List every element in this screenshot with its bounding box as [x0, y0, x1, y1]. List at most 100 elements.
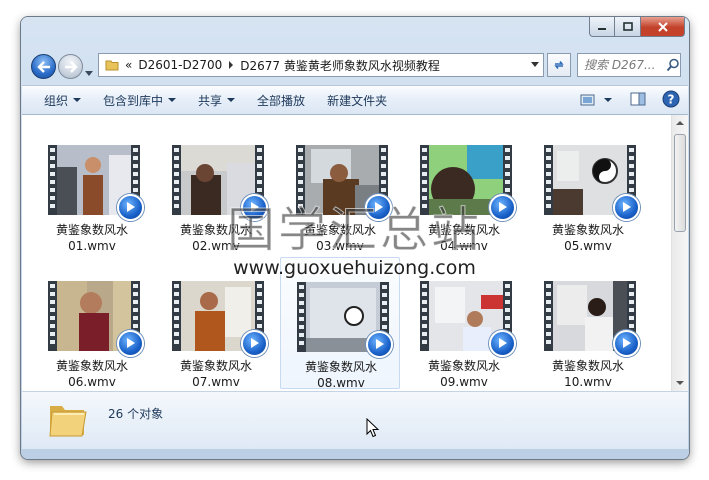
- breadcrumb-separator-icon[interactable]: [228, 61, 234, 69]
- media-player-icon: [117, 330, 144, 357]
- folder-small-icon: [105, 60, 119, 71]
- video-thumbnail: [297, 282, 393, 358]
- file-item[interactable]: 黄鉴象数风水 02.wmv: [156, 121, 276, 253]
- video-thumbnail: [172, 145, 268, 221]
- scroll-down-icon[interactable]: [676, 381, 684, 385]
- file-name: 黄鉴象数风水 01.wmv: [32, 222, 152, 254]
- breadcrumb: « D2601-D2700 D2677 黄鉴黄老师象数风水视频教程: [99, 57, 526, 74]
- minimize-button[interactable]: [589, 17, 615, 37]
- file-name-line1: 黄鉴象数风水: [427, 223, 500, 237]
- breadcrumb-item-parent[interactable]: D2601-D2700: [138, 58, 222, 72]
- file-name: 黄鉴象数风水 03.wmv: [280, 222, 400, 254]
- back-button[interactable]: [31, 54, 56, 79]
- film-strip-left: [48, 281, 57, 351]
- file-grid: 黄鉴象数风水 01.wmv 黄鉴象数风水 02.wmv 黄鉴象数风水 03.wmv 黄鉴象数…: [32, 121, 652, 391]
- file-name-line1: 黄鉴象数风水: [55, 359, 128, 373]
- film-strip-left: [544, 281, 553, 351]
- share-menu[interactable]: 共享: [187, 86, 246, 114]
- file-name-line1: 黄鉴象数风水: [55, 223, 128, 237]
- toolbar-right-group: ?: [580, 86, 680, 114]
- address-bar[interactable]: « D2601-D2700 D2677 黄鉴黄老师象数风水视频教程: [98, 53, 544, 77]
- play-all-button[interactable]: 全部播放: [246, 86, 316, 114]
- chevron-down-icon: [604, 98, 612, 102]
- file-item[interactable]: 黄鉴象数风水 03.wmv: [280, 121, 400, 253]
- search-icon[interactable]: [666, 58, 680, 72]
- forward-button[interactable]: [58, 54, 83, 79]
- file-name-line2: 08.wmv: [317, 376, 365, 390]
- search-input[interactable]: [578, 57, 666, 73]
- new-folder-label: 新建文件夹: [327, 93, 388, 108]
- file-item[interactable]: 黄鉴象数风水 01.wmv: [32, 121, 152, 253]
- file-item[interactable]: 黄鉴象数风水 09.wmv: [404, 257, 524, 389]
- maximize-button[interactable]: [615, 17, 641, 37]
- file-name: 黄鉴象数风水 10.wmv: [528, 358, 648, 390]
- video-thumbnail: [544, 281, 640, 357]
- breadcrumb-overflow[interactable]: «: [125, 58, 132, 72]
- change-view-button[interactable]: [580, 93, 612, 107]
- file-name-line1: 黄鉴象数风水: [551, 223, 624, 237]
- file-name: 黄鉴象数风水 05.wmv: [528, 222, 648, 254]
- preview-pane-button[interactable]: [630, 92, 646, 109]
- film-strip-left: [296, 145, 305, 215]
- chevron-down-icon: [73, 98, 82, 102]
- scrollbar-thumb[interactable]: [674, 134, 686, 232]
- file-name-line1: 黄鉴象数风水: [179, 359, 252, 373]
- chevron-down-icon: [85, 71, 93, 76]
- svg-text:?: ?: [668, 92, 675, 106]
- media-player-icon: [241, 330, 268, 357]
- vertical-scrollbar[interactable]: [671, 115, 688, 391]
- details-pane: 26 个对象: [22, 391, 688, 449]
- include-in-library-menu[interactable]: 包含到库中: [92, 86, 187, 114]
- file-name-line2: 03.wmv: [316, 239, 364, 253]
- file-item[interactable]: 黄鉴象数风水 08.wmv: [280, 257, 401, 391]
- preview-pane-icon: [630, 92, 646, 105]
- video-thumbnail: [296, 145, 392, 221]
- organize-label: 组织: [44, 93, 69, 108]
- file-item[interactable]: 黄鉴象数风水 06.wmv: [32, 257, 152, 389]
- file-item[interactable]: 黄鉴象数风水 04.wmv: [404, 121, 524, 253]
- video-thumbnail: [172, 281, 268, 357]
- minimize-icon: [598, 27, 606, 30]
- chevron-down-icon: [531, 62, 539, 67]
- include-in-library-label: 包含到库中: [103, 93, 164, 108]
- file-name-line2: 10.wmv: [564, 375, 612, 389]
- media-player-icon: [613, 330, 640, 357]
- close-icon: [657, 21, 668, 32]
- file-item[interactable]: 黄鉴象数风水 10.wmv: [528, 257, 648, 389]
- help-button[interactable]: ?: [662, 90, 680, 111]
- chevron-down-icon: [227, 98, 236, 102]
- refresh-button[interactable]: [547, 53, 571, 77]
- file-item[interactable]: 黄鉴象数风水 05.wmv: [528, 121, 648, 253]
- video-thumbnail: [544, 145, 640, 221]
- file-name-line2: 09.wmv: [440, 375, 488, 389]
- film-strip-left: [420, 145, 429, 215]
- film-strip-left: [420, 281, 429, 351]
- file-name: 黄鉴象数风水 04.wmv: [404, 222, 524, 254]
- file-name-line2: 06.wmv: [68, 375, 116, 389]
- media-player-icon: [489, 194, 516, 221]
- scroll-up-icon[interactable]: [676, 121, 684, 125]
- media-player-icon: [613, 194, 640, 221]
- folder-large-icon: [49, 406, 87, 437]
- close-button[interactable]: [641, 17, 685, 37]
- file-name: 黄鉴象数风水 08.wmv: [281, 359, 401, 391]
- recent-pages-dropdown[interactable]: [85, 62, 93, 81]
- item-count: 26 个对象: [108, 407, 164, 421]
- help-icon: ?: [662, 90, 680, 107]
- file-name-line1: 黄鉴象数风水: [427, 359, 500, 373]
- media-player-icon: [365, 194, 392, 221]
- breadcrumb-item-current[interactable]: D2677 黄鉴黄老师象数风水视频教程: [240, 57, 440, 74]
- search-box[interactable]: [577, 53, 681, 77]
- organize-menu[interactable]: 组织: [22, 86, 92, 114]
- explorer-window: « D2601-D2700 D2677 黄鉴黄老师象数风水视频教程 组织 包含到…: [21, 17, 689, 459]
- file-name: 黄鉴象数风水 02.wmv: [156, 222, 276, 254]
- view-icon: [580, 94, 595, 106]
- file-name-line1: 黄鉴象数风水: [179, 223, 252, 237]
- film-strip-left: [48, 145, 57, 215]
- file-name: 黄鉴象数风水 07.wmv: [156, 358, 276, 390]
- file-item[interactable]: 黄鉴象数风水 07.wmv: [156, 257, 276, 389]
- new-folder-button[interactable]: 新建文件夹: [316, 86, 398, 114]
- file-list-pane[interactable]: 黄鉴象数风水 01.wmv 黄鉴象数风水 02.wmv 黄鉴象数风水 03.wmv 黄鉴象数…: [22, 115, 688, 391]
- window-controls: [589, 17, 685, 37]
- address-dropdown-button[interactable]: [526, 54, 543, 76]
